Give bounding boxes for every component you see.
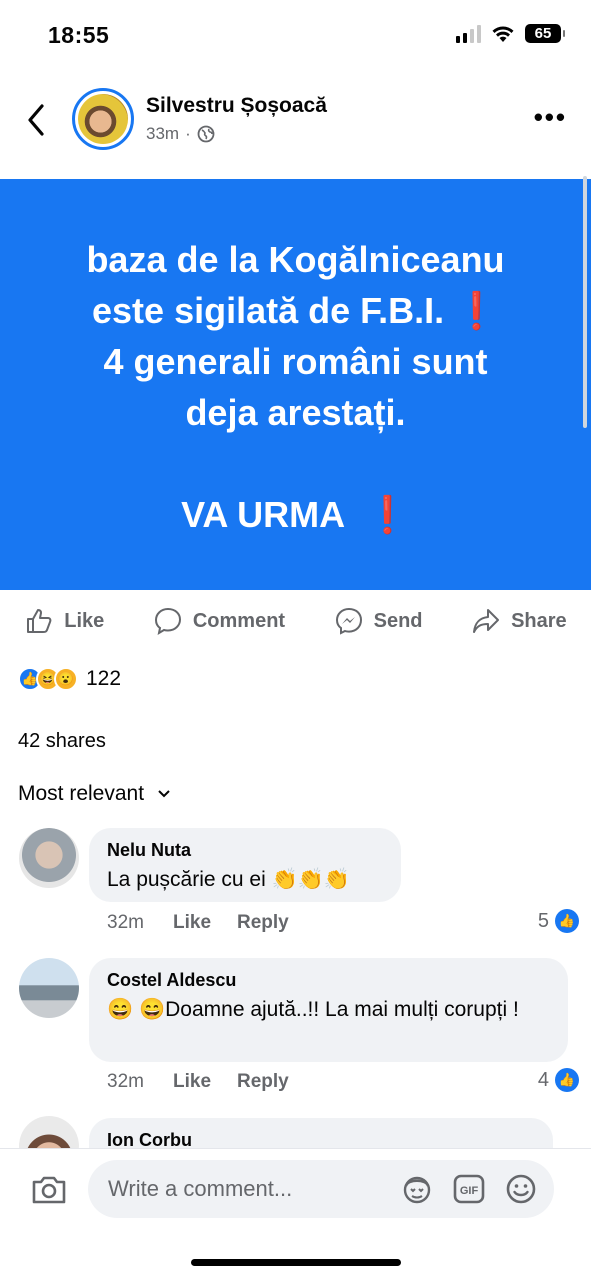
share-button[interactable]: Share xyxy=(471,606,567,636)
comment-input[interactable]: Write a comment... GIF xyxy=(88,1160,554,1218)
comment-like-count: 5 xyxy=(537,909,549,932)
more-options-icon[interactable]: ••• xyxy=(534,102,567,133)
poster-name[interactable]: Silvestru Șoșoacă xyxy=(146,94,327,118)
commenter-avatar[interactable] xyxy=(19,958,79,1018)
comment-author[interactable]: Costel Aldescu xyxy=(107,970,550,991)
back-arrow-icon[interactable] xyxy=(22,100,52,140)
send-label: Send xyxy=(373,609,423,632)
thumbs-up-icon xyxy=(27,609,52,633)
status-icons: 65 xyxy=(456,24,565,43)
comment-like-count: 4 xyxy=(537,1068,549,1091)
gif-icon[interactable]: GIF xyxy=(452,1172,486,1206)
reactions-summary[interactable]: 👍 😆 😮 122 xyxy=(18,667,121,691)
comment-label: Comment xyxy=(192,609,286,632)
exclamation-icon: ❗ xyxy=(454,290,499,331)
comment-button[interactable]: Comment xyxy=(153,606,285,636)
comment-time: 32m xyxy=(107,1071,144,1092)
meta-separator: · xyxy=(185,124,191,143)
globe-icon xyxy=(197,125,215,143)
comment-like-button[interactable]: Like xyxy=(173,912,237,934)
comment-meta: 32m Like Reply xyxy=(107,1071,289,1093)
battery-icon: 65 xyxy=(525,24,565,43)
comment-icon xyxy=(154,607,181,636)
comment-meta: 32m Like Reply xyxy=(107,912,289,934)
wifi-icon xyxy=(492,26,514,42)
messenger-icon xyxy=(335,607,362,635)
poster-avatar[interactable] xyxy=(72,88,134,150)
shares-count[interactable]: 42 shares xyxy=(18,730,106,753)
comment-like-button[interactable]: Like xyxy=(173,1071,237,1093)
comment-text: La pușcărie cu ei 👏👏👏 xyxy=(107,868,351,891)
emoji-icon[interactable] xyxy=(504,1172,538,1206)
post-line-3: 4 generali români sunt xyxy=(103,341,488,382)
post-actions: Like Comment Send Share xyxy=(0,596,591,646)
post-line-1: baza de la Kogălniceanu xyxy=(86,239,505,280)
chevron-down-icon xyxy=(158,790,170,798)
like-button[interactable]: Like xyxy=(24,606,104,636)
comment-reply-button[interactable]: Reply xyxy=(237,912,289,934)
scrollbar[interactable] xyxy=(583,176,587,428)
comment-time: 32m xyxy=(107,912,144,933)
sort-label: Most relevant xyxy=(18,782,145,805)
post-line-2: este sigilată de F.B.I. ❗ xyxy=(92,290,499,331)
sort-dropdown[interactable]: Most relevant xyxy=(18,782,170,806)
avatar-sticker-icon[interactable] xyxy=(400,1172,434,1206)
like-reaction-icon: 👍 xyxy=(555,909,579,933)
send-button[interactable]: Send xyxy=(334,606,423,636)
comment-reply-button[interactable]: Reply xyxy=(237,1071,289,1093)
signal-icon xyxy=(456,24,481,43)
like-label: Like xyxy=(64,609,105,632)
wow-reaction-icon: 😮 xyxy=(54,667,78,691)
comment-text: 😄 😄Doamne ajută..!! La mai mulți corupți… xyxy=(107,998,519,1021)
comment-likes[interactable]: 5 👍 xyxy=(538,909,579,933)
comment-likes[interactable]: 4 👍 xyxy=(538,1068,579,1092)
status-time: 18:55 xyxy=(48,22,110,48)
commenter-avatar[interactable] xyxy=(19,828,79,888)
post-footer-line: VA URMA ❗ xyxy=(181,494,410,535)
reaction-count: 122 xyxy=(86,667,122,690)
post-time: 33m xyxy=(146,124,180,143)
post-meta: 33m · xyxy=(146,124,215,144)
post-line-4: deja arestați. xyxy=(185,392,406,433)
share-icon xyxy=(473,609,500,633)
exclamation-icon: ❗ xyxy=(365,494,410,535)
comment-author[interactable]: Nelu Nuta xyxy=(107,840,383,861)
post-text-image: baza de la Kogălniceanu este sigilată de… xyxy=(0,179,591,590)
share-label: Share xyxy=(511,609,567,632)
comment-input-placeholder: Write a comment... xyxy=(108,1176,293,1201)
comment-bubble: Costel Aldescu 😄 😄Doamne ajută..!! La ma… xyxy=(89,958,568,1062)
camera-icon[interactable] xyxy=(30,1170,68,1208)
svg-text:GIF: GIF xyxy=(460,1185,479,1197)
comment-bubble: Nelu Nuta La pușcărie cu ei 👏👏👏 xyxy=(89,828,401,902)
home-indicator[interactable] xyxy=(191,1259,401,1266)
like-reaction-icon: 👍 xyxy=(555,1068,579,1092)
